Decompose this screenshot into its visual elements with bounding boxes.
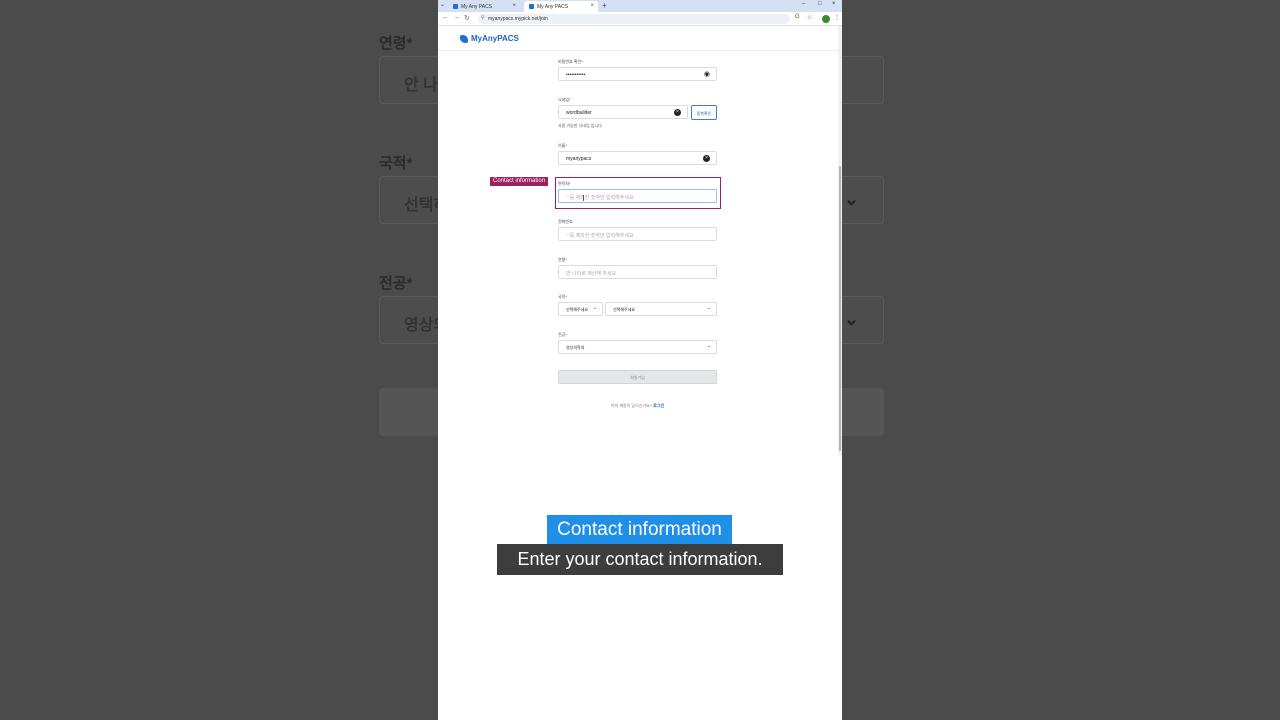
- nationality-select-1[interactable]: 선택해주세요 ⌄: [558, 302, 603, 316]
- login-prompt: 이미 계정이 있으신가요? 로그인: [558, 403, 717, 409]
- login-link[interactable]: 로그인: [653, 403, 664, 408]
- favicon-icon: [453, 4, 458, 9]
- nationality-label: 국적*: [558, 294, 567, 299]
- close-icon[interactable]: ×: [590, 3, 594, 9]
- highlight-box: [555, 177, 721, 209]
- menu-icon[interactable]: ⋮: [834, 14, 840, 21]
- age-input[interactable]: 만 나이로 계산해 주세요: [558, 265, 717, 279]
- major-select[interactable]: 영상의학과 ⌄: [558, 340, 717, 354]
- caption-subtitle: Enter your contact information.: [497, 544, 783, 575]
- site-info-icon[interactable]: ⚲: [481, 15, 485, 21]
- favicon-icon: [529, 4, 534, 9]
- profile-avatar[interactable]: [822, 15, 830, 23]
- highlight-tag: Contact information: [490, 177, 549, 186]
- new-tab-icon[interactable]: +: [602, 1, 607, 10]
- clear-icon[interactable]: ×: [674, 109, 681, 116]
- minimize-icon[interactable]: –: [802, 1, 805, 7]
- logo-icon: [460, 34, 468, 43]
- browser-tab-1[interactable]: My Any PACS ×: [448, 1, 520, 12]
- tab-title: My Any PACS: [461, 4, 493, 10]
- nationality-select-1-value: 선택해주세요: [566, 307, 589, 312]
- browser-tab-2[interactable]: My Any PACS ×: [524, 1, 598, 12]
- maximize-icon[interactable]: □: [818, 1, 822, 7]
- chevron-down-icon: ⌄: [592, 305, 597, 311]
- chevron-down-icon: ⌄: [706, 343, 711, 349]
- tab-search-icon[interactable]: ⌄: [440, 1, 445, 8]
- address-bar: ← → ↻ ⚲ myanypacs.mypick.net/join G ☆ ⋮: [438, 12, 842, 26]
- password-confirm-input[interactable]: ••••••••••• ◉: [558, 67, 717, 81]
- scroll-thumb[interactable]: [839, 166, 841, 451]
- tab-title: My Any PACS: [537, 4, 569, 10]
- bg-major-label: 전공*: [379, 275, 413, 292]
- name-input[interactable]: myanypacs ×: [558, 151, 717, 165]
- nationality-select-2[interactable]: 선택해주세요 ⌄: [605, 302, 717, 316]
- nickname-hint: 사용 가능한 닉네임 입니다.: [558, 123, 603, 128]
- bg-age-label: 연령*: [379, 35, 413, 52]
- signup-button[interactable]: 회원가입: [558, 370, 717, 384]
- page-scrollbar[interactable]: [838, 26, 842, 456]
- reload-icon[interactable]: ↻: [464, 14, 470, 22]
- phone-input[interactable]: '-'를 제외한 숫자만 입력해주세요: [558, 227, 717, 241]
- bookmark-star-icon[interactable]: ☆: [807, 14, 812, 21]
- login-prompt-text: 이미 계정이 있으신가요?: [610, 403, 653, 408]
- close-window-icon[interactable]: ×: [832, 1, 836, 7]
- eye-icon[interactable]: ◉: [704, 70, 710, 78]
- url-input[interactable]: ⚲ myanypacs.mypick.net/join: [478, 14, 790, 24]
- bg-nationality-label: 국적*: [379, 155, 413, 172]
- nickname-value: wordbuilder: [566, 110, 592, 116]
- caption-title: Contact information: [547, 515, 732, 545]
- logo-text: MyAnyPACS: [471, 34, 519, 43]
- major-value: 영상의학과: [566, 345, 585, 350]
- video-panel: ⌄ My Any PACS × My Any PACS × + – □ × ← …: [438, 0, 842, 720]
- back-icon[interactable]: ←: [442, 14, 449, 21]
- duplicate-check-button[interactable]: 중복확인: [691, 105, 717, 120]
- signup-page: MyAnyPACS 비밀번호 확인* ••••••••••• ◉ 닉네임* wo…: [438, 26, 838, 456]
- translate-icon[interactable]: G: [795, 14, 800, 20]
- age-label: 연령*: [558, 257, 567, 262]
- password-confirm-value: •••••••••••: [566, 72, 586, 78]
- name-value: myanypacs: [566, 156, 592, 162]
- close-icon[interactable]: ×: [512, 3, 516, 9]
- url-text: myanypacs.mypick.net/join: [488, 16, 548, 22]
- name-label: 이름*: [558, 143, 567, 148]
- logo[interactable]: MyAnyPACS: [460, 34, 519, 43]
- phone-placeholder: '-'를 제외한 숫자만 입력해주세요: [566, 233, 634, 239]
- browser-tabbar: ⌄ My Any PACS × My Any PACS × + – □ ×: [438, 0, 842, 12]
- chevron-down-icon: ⌄: [706, 305, 711, 311]
- chevron-down-icon: ⌄: [843, 309, 859, 329]
- clear-icon[interactable]: ×: [703, 155, 710, 162]
- major-label: 전공*: [558, 332, 567, 337]
- nickname-label: 닉네임*: [558, 97, 571, 102]
- chevron-down-icon: ⌄: [843, 189, 859, 209]
- nickname-input[interactable]: wordbuilder ×: [558, 105, 688, 119]
- text-cursor: [583, 195, 584, 201]
- age-placeholder: 만 나이로 계산해 주세요: [566, 271, 617, 277]
- header-divider: [438, 50, 838, 51]
- nationality-select-2-value: 선택해주세요: [613, 307, 636, 312]
- forward-icon[interactable]: →: [453, 14, 460, 21]
- phone-label: 전화번호: [558, 219, 573, 224]
- bg-age-placeholder: 안 나: [404, 77, 438, 94]
- password-confirm-label: 비밀번호 확인*: [558, 59, 583, 64]
